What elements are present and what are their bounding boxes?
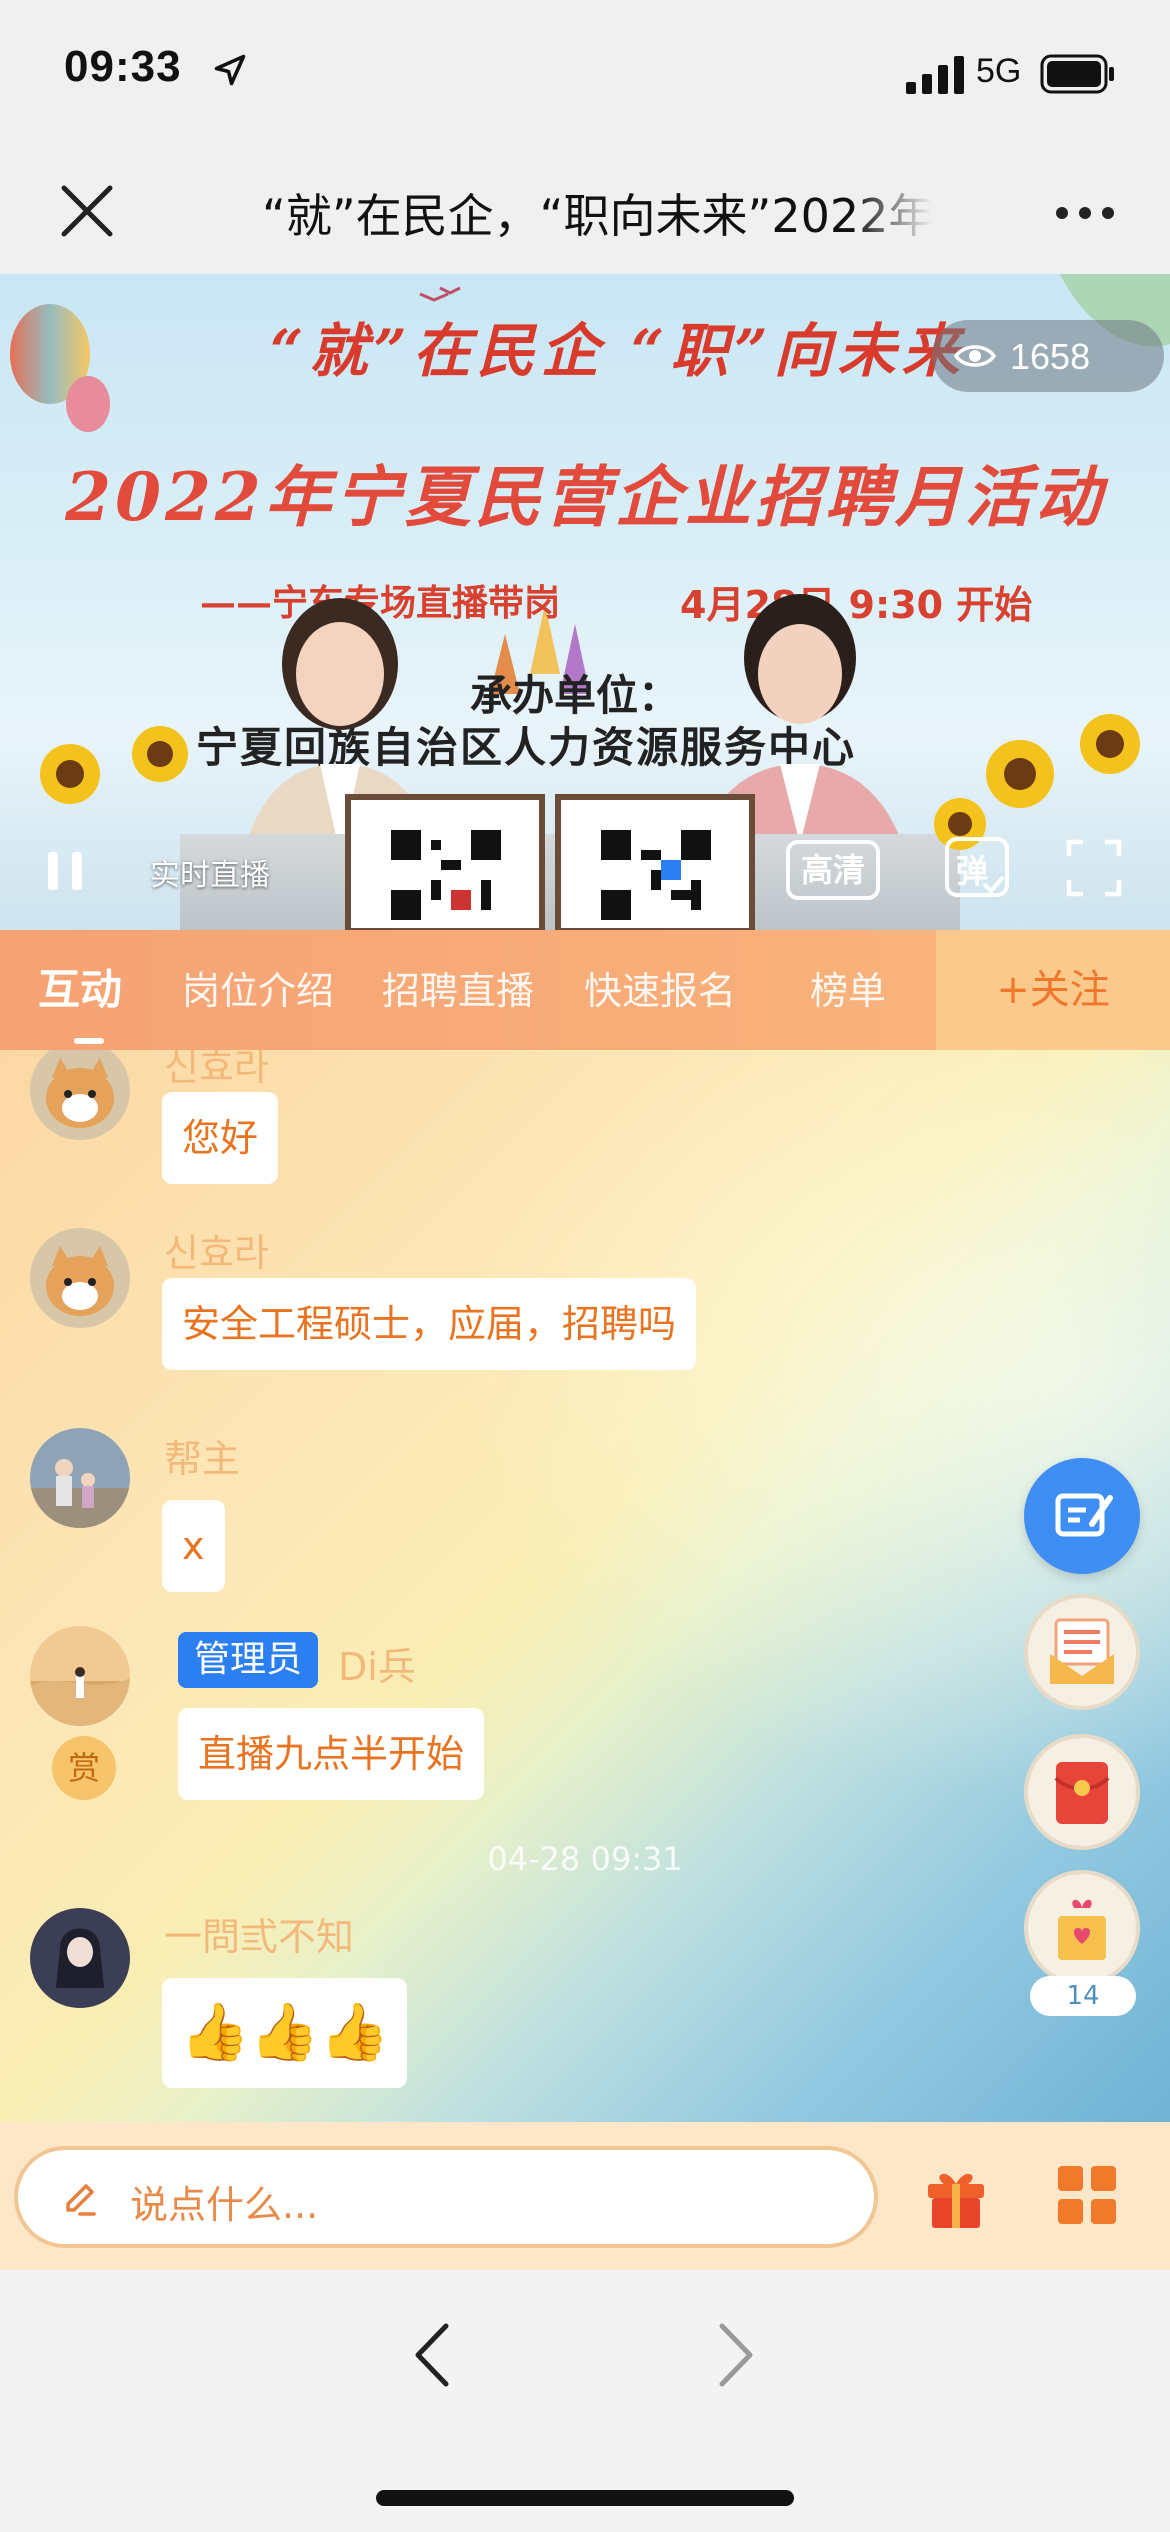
view-count-badge: 1658 [932,320,1164,392]
tab-bar: 互动 岗位介绍 招聘直播 快速报名 榜单 +关注 [0,930,1170,1050]
cellular-signal-icon [906,56,964,94]
red-packet-fab[interactable] [1024,1734,1140,1850]
message-bubble: 您好 [162,1092,279,1184]
eye-icon [954,345,996,367]
gift-count: 14 [1030,1976,1136,2016]
nickname: Di兵 [338,1645,416,1689]
gift-fab[interactable] [1024,1870,1140,1986]
gift-box-icon [1058,1899,1106,1960]
banner-slogan: “就”在民企 “职”向未来 [270,317,966,385]
network-type: 5G [976,52,1022,90]
nickname: 一問弎不知 [164,1915,355,1959]
input-placeholder: 说点什么... [130,2183,319,2227]
tab-quick-signup[interactable]: 快速报名 [584,960,736,1015]
pencil-icon [66,2184,96,2216]
battery-icon [1040,54,1114,94]
chat-message: 신효라 您好 [0,1050,1000,1190]
gift-icon[interactable] [924,2162,988,2230]
nickname: 신효라 [164,1050,269,1089]
title-bar: “就”在民企，“职向未来”2022年宁夏民营企业招聘月活动 [0,150,1170,274]
cat-avatar-image [30,1050,130,1140]
nickname: 帮主 [164,1437,241,1481]
more-options-icon[interactable] [1050,188,1120,238]
back-chevron-icon[interactable] [412,2322,452,2388]
location-arrow-icon [214,54,246,86]
chat-message: 赏 管理员 Di兵 直播九点半开始 [0,1626,1000,1806]
pause-icon[interactable] [44,848,88,894]
fullscreen-icon[interactable] [1066,838,1122,898]
forward-chevron-icon[interactable] [716,2322,756,2388]
banner-title: 2022年宁夏民营企业招聘月活动 [65,458,1105,536]
message-bubble: 直播九点半开始 [178,1708,485,1800]
chat-message: 一問弎不知 👍👍👍 [0,1908,1000,2108]
view-count: 1658 [1010,336,1091,377]
avatar[interactable] [30,1908,130,2008]
status-bar: 09:33 5G [0,0,1170,150]
edit-note-icon [1055,1493,1113,1537]
message-bubble: 安全工程硕士，应届，招聘吗 [162,1278,697,1370]
tab-job-intro[interactable]: 岗位介绍 [182,960,334,1015]
browser-nav-bar [0,2270,1170,2532]
danmu-toggle[interactable]: 弹 [944,836,1010,902]
input-bar: 说点什么... [0,2122,1170,2270]
page-title: “就”在民企，“职向未来”2022年宁夏民营企业招聘月活动 [262,189,932,243]
desert-avatar-image [30,1626,130,1726]
kids-avatar-image [30,1428,130,1528]
anime-avatar-image [30,1908,130,2008]
follow-button[interactable]: +关注 [936,930,1170,1050]
avatar[interactable] [30,1050,130,1140]
avatar[interactable] [30,1626,130,1726]
live-label: 实时直播 [150,858,270,893]
cat-avatar-image [30,1228,130,1328]
admin-badge: 管理员 [178,1632,319,1688]
nickname: 신효라 [164,1231,269,1275]
red-envelope-icon [1054,1762,1110,1824]
avatar[interactable] [30,1228,130,1328]
signup-list-fab[interactable] [1024,1594,1140,1710]
active-tab-indicator [74,1038,104,1044]
message-bubble: x [162,1500,225,1592]
quality-button[interactable]: 高清 [786,840,880,900]
tab-ranking[interactable]: 榜单 [810,960,886,1015]
tab-recruit-live[interactable]: 招聘直播 [382,960,534,1015]
reward-badge[interactable]: 赏 [52,1736,116,1800]
close-icon[interactable] [52,176,122,246]
avatar[interactable] [30,1428,130,1528]
comment-input[interactable]: 说点什么... [14,2146,878,2248]
edit-fab[interactable] [1024,1458,1140,1574]
home-indicator [376,2490,794,2506]
more-apps-grid-icon[interactable] [1058,2166,1116,2224]
message-bubble: 👍👍👍 [162,1978,408,2088]
tab-interaction[interactable]: 互动 [38,956,122,1017]
status-time: 09:33 [64,42,182,91]
live-video-player[interactable]: “就”在民企 “职”向未来 2022年宁夏民营企业招聘月活动 ——宁东专场直播带… [0,274,1170,930]
chat-message: 신효라 安全工程硕士，应届，招聘吗 [0,1228,1000,1388]
envelope-list-icon [1050,1618,1114,1684]
chat-area[interactable]: 신효라 您好 신효라 安全工程硕士，应届，招聘吗 帮主 x 赏 管理员 Di兵 … [0,1050,1170,2122]
danmu-label: 弹 [956,852,989,890]
chat-message: 帮主 x [0,1428,1000,1598]
chat-timestamp: 04-28 09:31 [487,1840,683,1878]
